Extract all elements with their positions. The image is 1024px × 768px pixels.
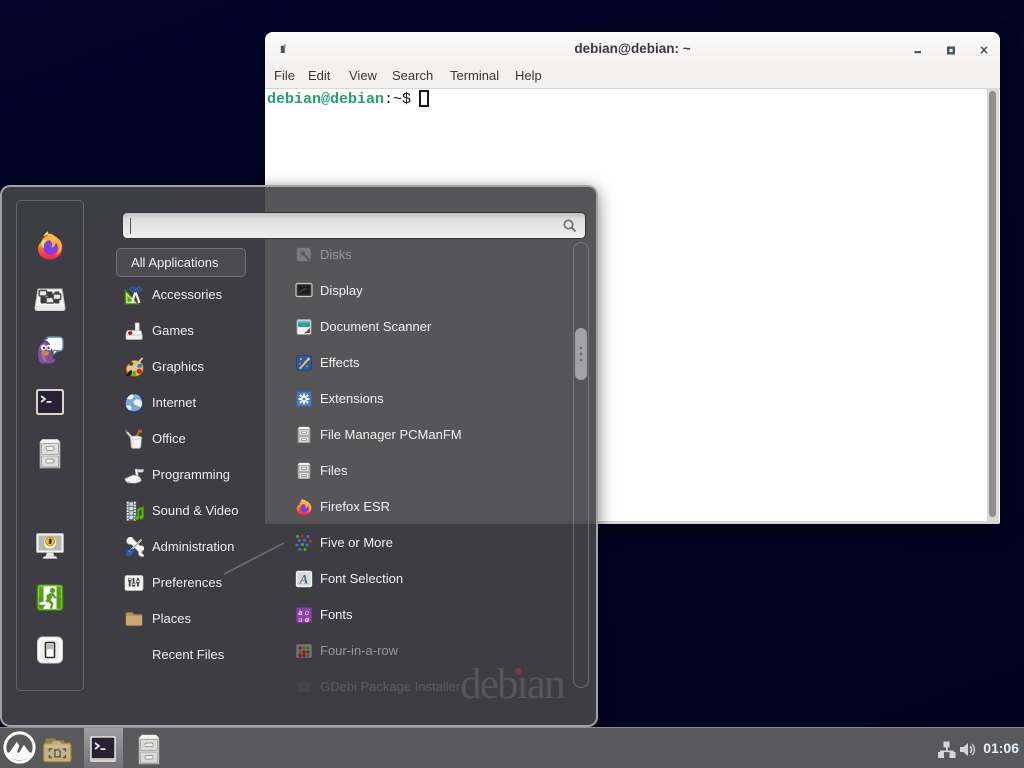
svg-text:A: A xyxy=(299,572,309,587)
svg-text:a: a xyxy=(299,614,303,624)
